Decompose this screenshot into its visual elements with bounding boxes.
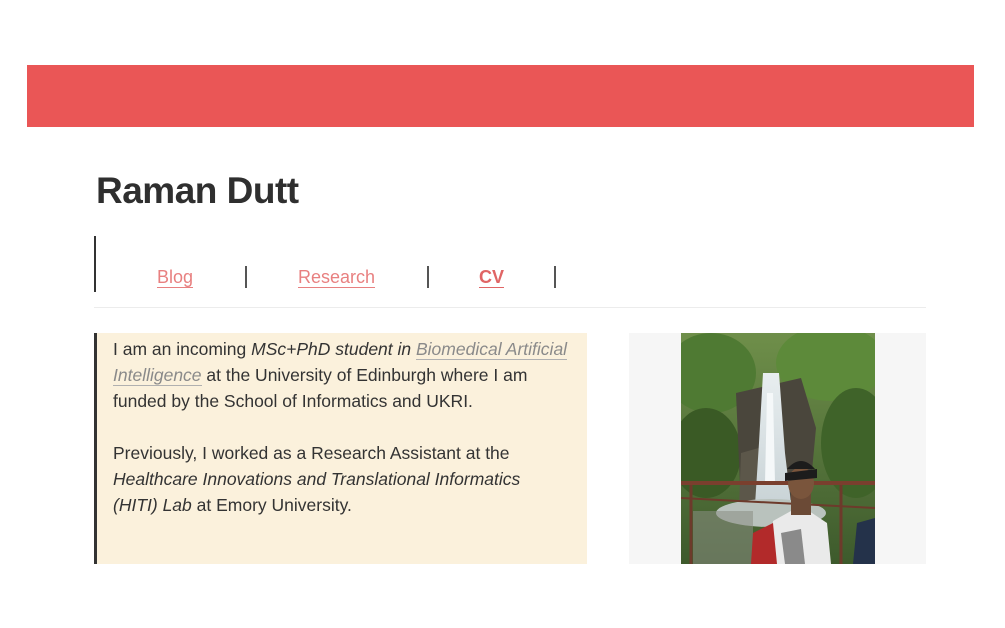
nav-separator — [245, 266, 247, 288]
site-title[interactable]: Raman Dutt — [96, 170, 299, 212]
bio-text: Previously, I worked as a Research Assis… — [113, 443, 510, 463]
profile-photo-frame — [629, 333, 926, 564]
bio-card: I am an incoming MSc+PhD student in Biom… — [94, 333, 587, 564]
profile-photo — [681, 333, 875, 564]
nav-separator — [554, 266, 556, 288]
bio-text: I am an incoming — [113, 339, 252, 359]
bio-paragraph-current: I am an incoming MSc+PhD student in Biom… — [113, 336, 569, 414]
nav-link-cv[interactable]: CV — [479, 267, 505, 288]
header-banner — [27, 65, 974, 127]
nav-separator — [427, 266, 429, 288]
bio-paragraph-previous: Previously, I worked as a Research Assis… — [113, 440, 569, 518]
main-nav: Blog Research CV — [94, 236, 924, 292]
header-divider — [94, 307, 926, 308]
bio-degree: MSc+PhD student in — [251, 339, 416, 359]
nav-link-research[interactable]: Research — [298, 267, 376, 288]
nav-link-blog[interactable]: Blog — [157, 267, 194, 288]
nav-left-rule — [94, 236, 96, 292]
bio-text: at Emory University. — [191, 495, 352, 515]
